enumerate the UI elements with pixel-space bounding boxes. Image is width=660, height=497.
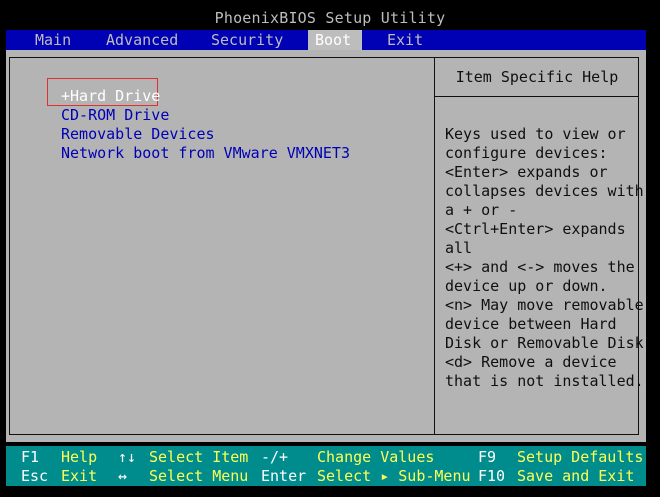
help-line: device between Hard bbox=[445, 315, 617, 333]
help-line: all bbox=[445, 239, 473, 257]
key-f1-desc: Help bbox=[61, 448, 98, 466]
help-line: <d> Remove a device bbox=[445, 353, 617, 371]
tab-security[interactable]: Security bbox=[204, 30, 290, 50]
help-line: that is not installed. bbox=[445, 372, 644, 390]
key-up-down: ↑↓ bbox=[118, 448, 137, 466]
key-f9: F9 bbox=[478, 448, 497, 466]
help-line: Keys used to view or bbox=[445, 125, 626, 143]
key-legend-footer: F1 Help ↑↓ Select Item -/+ Change Values… bbox=[6, 446, 646, 486]
help-line: <Enter> expands or bbox=[445, 163, 608, 181]
key-f10-desc: Save and Exit bbox=[517, 467, 635, 485]
tab-advanced[interactable]: Advanced bbox=[99, 30, 185, 50]
help-line: <+> and <-> moves the bbox=[445, 258, 635, 276]
boot-item-hard-drive[interactable]: +Hard Drive bbox=[61, 87, 160, 106]
key-up-down-desc: Select Item bbox=[149, 448, 249, 466]
help-line: device up or down. bbox=[445, 277, 608, 295]
panel-divider bbox=[434, 57, 435, 435]
help-line: collapses devices with bbox=[445, 182, 644, 200]
boot-item-network-boot[interactable]: Network boot from VMware VMXNET3 bbox=[61, 144, 350, 163]
tab-boot[interactable]: Boot bbox=[308, 30, 362, 50]
key-enter-desc: Select ▸ Sub-Menu bbox=[317, 467, 471, 485]
key-f9-desc: Setup Defaults bbox=[517, 448, 644, 466]
help-separator bbox=[434, 96, 639, 97]
key-minus-plus: -/+ bbox=[261, 448, 289, 466]
key-enter: Enter bbox=[261, 467, 307, 485]
key-esc: Esc bbox=[21, 467, 49, 485]
key-minus-plus-desc: Change Values bbox=[317, 448, 435, 466]
help-line: configure devices: bbox=[445, 144, 608, 162]
help-line: a + or - bbox=[445, 201, 518, 219]
key-left-right: ↔ bbox=[118, 467, 128, 485]
key-f10: F10 bbox=[478, 467, 506, 485]
key-esc-desc: Exit bbox=[61, 467, 98, 485]
key-f1: F1 bbox=[21, 448, 40, 466]
main-panel: +Hard Drive CD-ROM Drive Removable Devic… bbox=[6, 50, 646, 442]
help-line: Disk or Removable Disk bbox=[445, 334, 644, 352]
boot-item-removable-devices[interactable]: Removable Devices bbox=[61, 125, 215, 144]
tab-exit[interactable]: Exit bbox=[380, 30, 430, 50]
tab-main[interactable]: Main bbox=[28, 30, 78, 50]
key-left-right-desc: Select Menu bbox=[149, 467, 249, 485]
help-line: <Ctrl+Enter> expands bbox=[445, 220, 626, 238]
window-title: PhoenixBIOS Setup Utility bbox=[214, 9, 446, 27]
boot-item-cdrom-drive[interactable]: CD-ROM Drive bbox=[61, 106, 169, 125]
menu-bar: Main Advanced Security Boot Exit bbox=[6, 30, 646, 50]
help-line: <n> May move removable bbox=[445, 296, 644, 314]
help-title: Item Specific Help bbox=[455, 68, 619, 86]
